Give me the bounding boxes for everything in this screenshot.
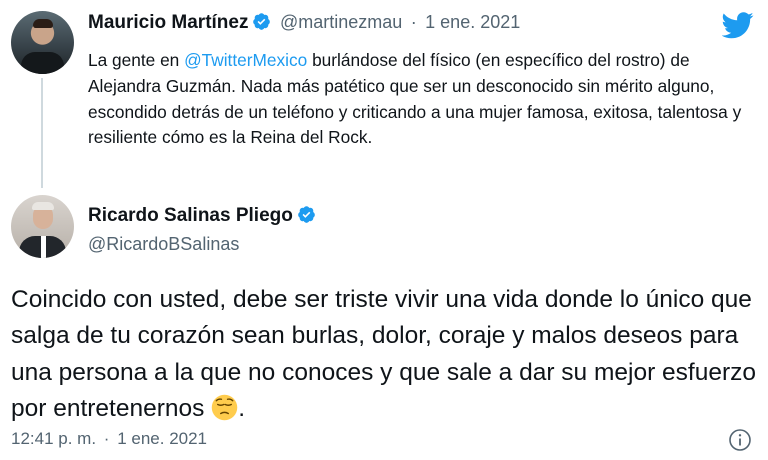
tweet-text-end: . xyxy=(238,394,246,422)
avatar-mauricio[interactable] xyxy=(11,11,74,74)
verified-badge-icon xyxy=(298,206,315,223)
tweet-time[interactable]: 12:41 p. m. xyxy=(11,429,96,448)
parent-tweet-text: La gente en @TwitterMexico burlándose de… xyxy=(88,48,756,151)
avatar-ricardo[interactable] xyxy=(11,195,74,258)
info-icon[interactable] xyxy=(728,428,752,452)
main-tweet-text: Coincido con usted, debe ser triste vivi… xyxy=(11,282,761,427)
pensive-face-icon xyxy=(211,394,238,421)
mention-link[interactable]: @TwitterMexico xyxy=(184,50,307,70)
author-handle[interactable]: @RicardoBSalinas xyxy=(88,234,239,255)
verified-badge-icon xyxy=(253,13,271,30)
avatar-shirt xyxy=(21,52,64,74)
tweet-text-part: Coincido con usted, debe ser triste vivi… xyxy=(11,286,757,422)
tweet-date[interactable]: 1 ene. 2021 xyxy=(117,429,207,448)
tweet-text-part: La gente en xyxy=(88,50,185,70)
author-name[interactable]: Ricardo Salinas Pliego xyxy=(88,205,293,226)
avatar-hair xyxy=(33,19,53,28)
parent-tweet-header: Mauricio Martínez @martinezmau · 1 ene. … xyxy=(88,12,520,34)
twitter-bird-icon[interactable] xyxy=(722,12,754,39)
tweet-footer: 12:41 p. m. · 1 ene. 2021 xyxy=(11,429,207,449)
main-tweet-author: Ricardo Salinas Pliego xyxy=(88,205,316,227)
author-name[interactable]: Mauricio Martínez xyxy=(88,12,248,33)
author-handle[interactable]: @martinezmau xyxy=(280,12,402,32)
footer-separator: · xyxy=(103,429,110,448)
avatar-hair xyxy=(32,202,54,210)
avatar-tie xyxy=(41,236,46,258)
thread-connector-line xyxy=(41,78,43,188)
tweet-date[interactable]: 1 ene. 2021 xyxy=(425,12,520,32)
header-separator: · xyxy=(410,12,417,32)
